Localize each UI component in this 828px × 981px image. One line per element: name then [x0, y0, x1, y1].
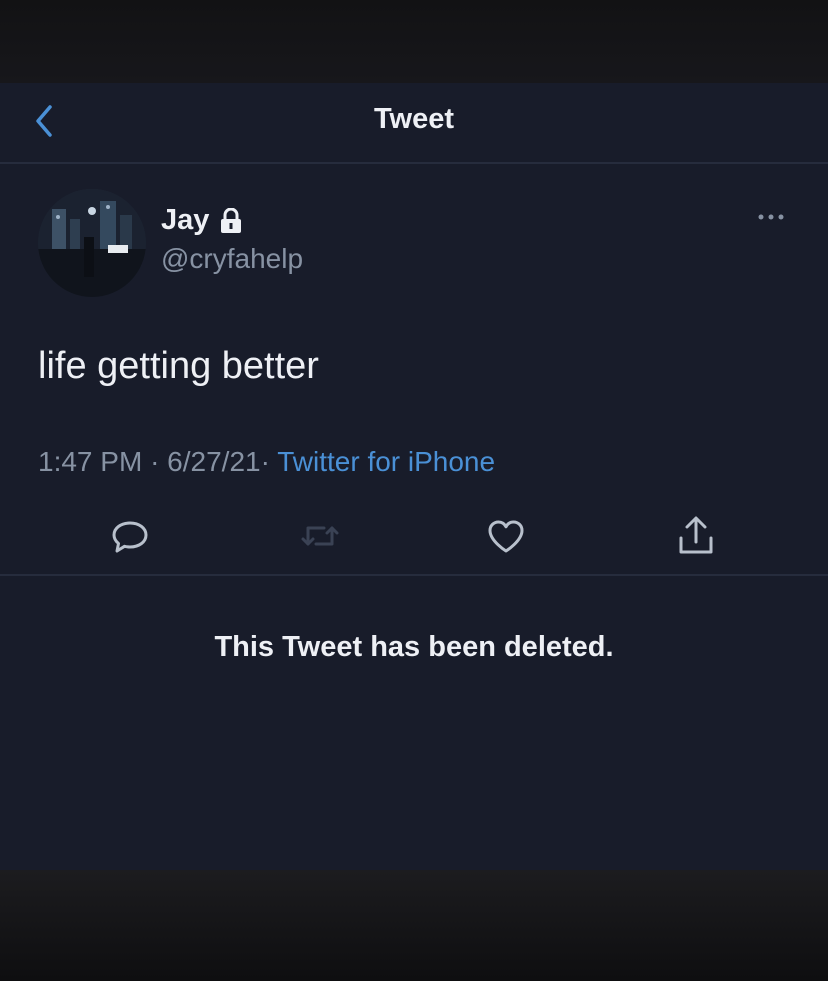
tweet-screen: Tweet Jay @cryfahelp life getting better… — [0, 83, 828, 870]
author-name-row[interactable]: Jay — [161, 204, 243, 237]
letterbox-bottom — [0, 870, 828, 981]
more-dots-icon — [758, 214, 784, 220]
tweet-actions — [0, 514, 828, 564]
lock-icon — [221, 207, 242, 233]
avatar[interactable] — [38, 189, 146, 297]
section-divider — [0, 574, 828, 576]
tweet-date: 6/27/21 — [167, 446, 261, 477]
meta-separator-2: · — [260, 446, 270, 477]
user-handle[interactable]: @cryfahelp — [161, 243, 303, 275]
display-name[interactable]: Jay — [161, 204, 209, 237]
meta-separator: · — [150, 446, 160, 477]
more-options-button[interactable] — [752, 205, 792, 229]
tweet-text: life getting better — [38, 345, 319, 387]
tweet-source-link[interactable]: Twitter for iPhone — [277, 446, 495, 477]
retweet-icon — [301, 526, 339, 546]
navigation-header: Tweet — [0, 83, 828, 164]
retweet-button[interactable] — [298, 514, 342, 558]
like-icon — [488, 520, 524, 553]
tweet-time: 1:47 PM — [38, 446, 143, 477]
like-button[interactable] — [484, 514, 528, 558]
tweet-meta: 1:47 PM · 6/27/21· Twitter for iPhone — [38, 446, 495, 478]
reply-button[interactable] — [108, 514, 152, 558]
share-icon — [679, 516, 713, 554]
share-button[interactable] — [674, 514, 718, 558]
avatar-image — [38, 189, 146, 297]
deleted-tweet-notice: This Tweet has been deleted. — [214, 631, 614, 663]
page-title: Tweet — [373, 103, 455, 135]
reply-icon — [112, 521, 148, 553]
letterbox-top — [0, 0, 828, 83]
